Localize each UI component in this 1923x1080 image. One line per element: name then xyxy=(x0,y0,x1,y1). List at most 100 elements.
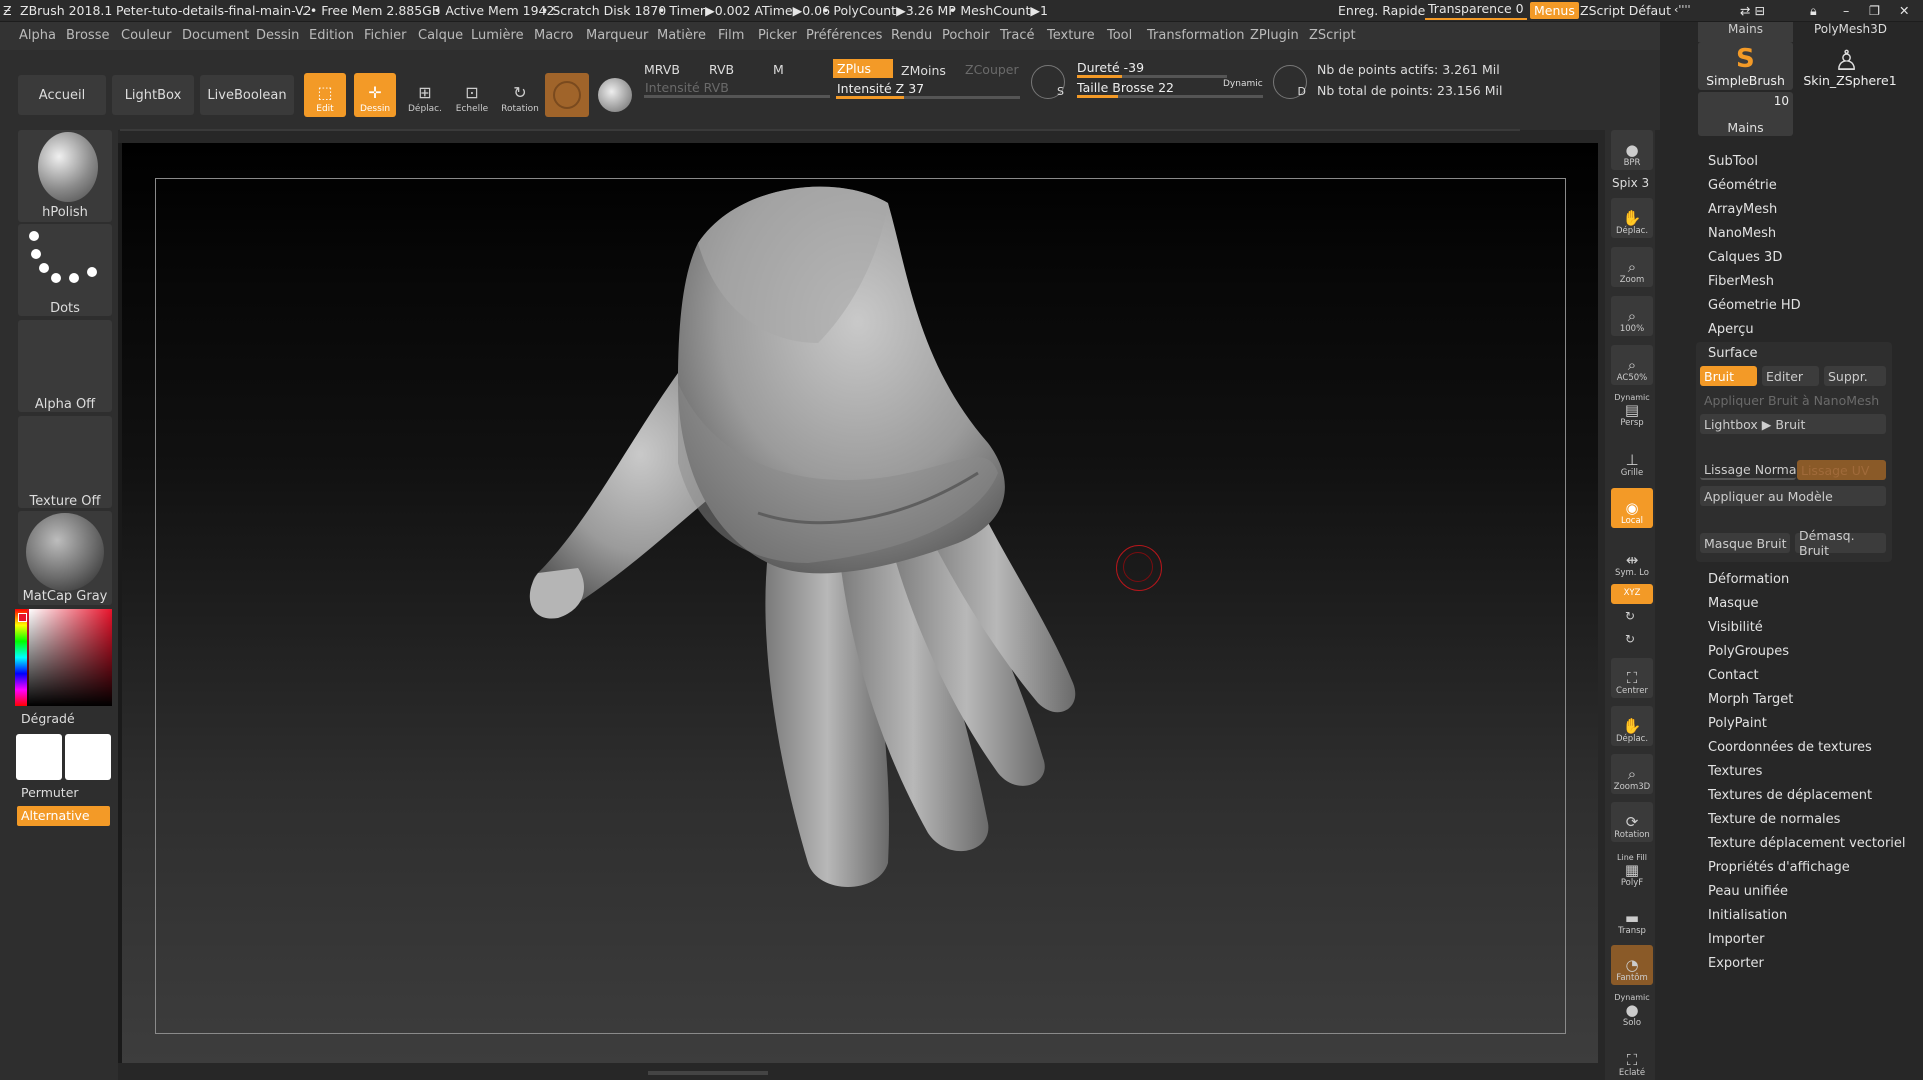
menu-render[interactable]: Rendu xyxy=(891,28,932,43)
menu-brush[interactable]: Brosse xyxy=(66,28,109,43)
panel-contact[interactable]: Contact xyxy=(1708,668,1759,683)
panel-geometry[interactable]: Géométrie xyxy=(1708,178,1777,193)
m-toggle[interactable]: M xyxy=(773,62,784,77)
menu-layer[interactable]: Calque xyxy=(418,28,463,43)
edit-mode-button[interactable]: ⬚ Edit xyxy=(304,73,346,117)
polyframe-button[interactable]: Line Fill ▦ PolyF xyxy=(1611,846,1653,890)
menu-material[interactable]: Matière xyxy=(657,28,706,43)
rotate-view-button[interactable]: ⟳ Rotation xyxy=(1611,802,1653,842)
panel-initialize[interactable]: Initialisation xyxy=(1708,908,1787,923)
menu-draw[interactable]: Dessin xyxy=(256,28,299,43)
panel-polypaint[interactable]: PolyPaint xyxy=(1708,716,1767,731)
menu-stroke[interactable]: Tracé xyxy=(1000,28,1035,43)
lock-icon[interactable]: 🔒︎ xyxy=(1810,3,1817,19)
menu-transform[interactable]: Transformation xyxy=(1147,28,1245,43)
tool-thumb-mains-top[interactable]: Mains xyxy=(1698,22,1793,42)
draw-size-slider[interactable] xyxy=(1077,95,1263,98)
panel-layers-3d[interactable]: Calques 3D xyxy=(1708,250,1782,265)
panel-uv-map[interactable]: Coordonnées de textures xyxy=(1708,740,1872,755)
menu-alpha[interactable]: Alpha xyxy=(19,28,56,43)
d-dynamic-button[interactable]: D xyxy=(1273,65,1307,99)
zoom3d-button[interactable]: ⌕ Zoom3D xyxy=(1611,754,1653,794)
delete-noise-button[interactable]: Suppr. xyxy=(1824,366,1886,386)
unmask-noise-button[interactable]: Démasq. Bruit xyxy=(1795,528,1886,558)
z-intensity-slider[interactable] xyxy=(836,96,1020,99)
tool-thumb-mains[interactable]: 10 Mains xyxy=(1698,92,1793,136)
menu-light[interactable]: Lumière xyxy=(471,28,524,43)
menu-edit[interactable]: Edition xyxy=(309,28,354,43)
panel-subtool[interactable]: SubTool xyxy=(1708,154,1758,169)
smooth-normals-slider[interactable]: Lissage Normale xyxy=(1700,460,1796,480)
z-rotation-icon[interactable]: ↻ xyxy=(1625,632,1635,646)
panel-display-properties[interactable]: Propriétés d'affichage xyxy=(1708,860,1850,875)
menu-macro[interactable]: Macro xyxy=(534,28,573,43)
secondary-color-swatch[interactable] xyxy=(65,734,111,780)
panel-morph-target[interactable]: Morph Target xyxy=(1708,692,1793,707)
menu-stencil[interactable]: Pochoir xyxy=(942,28,990,43)
rgb-intensity-slider[interactable] xyxy=(644,95,830,98)
ghost-button[interactable]: ◔ Fantôm xyxy=(1611,945,1653,985)
panel-visibility[interactable]: Visibilité xyxy=(1708,620,1763,635)
close-icon[interactable]: ✕ xyxy=(1899,3,1909,18)
material-swatch-button[interactable] xyxy=(545,73,589,117)
xpose-button[interactable]: ⛶ Eclaté xyxy=(1611,1040,1653,1080)
panel-deformation[interactable]: Déformation xyxy=(1708,572,1789,587)
move-mode-button[interactable]: ⊞ Déplac. xyxy=(404,73,446,117)
bpr-button[interactable]: ● BPR xyxy=(1611,130,1653,170)
zsub-toggle[interactable]: ZMoins xyxy=(901,63,946,78)
zscript-default-button[interactable]: ZScript Défaut xyxy=(1580,3,1671,18)
color-picker[interactable] xyxy=(15,609,112,706)
menu-picker[interactable]: Picker xyxy=(758,28,797,43)
draw-mode-button[interactable]: ✛ Dessin xyxy=(354,73,396,117)
alternate-button[interactable]: Alternative xyxy=(17,806,110,826)
panel-masking[interactable]: Masque xyxy=(1708,596,1758,611)
panel-arraymesh[interactable]: ArrayMesh xyxy=(1708,202,1777,217)
actual-size-button[interactable]: ⌕ 100% xyxy=(1611,296,1653,336)
frame-button[interactable]: ⛶ Centrer xyxy=(1611,658,1653,698)
canvas-viewport[interactable] xyxy=(118,143,1598,1075)
draw-size-dynamic-icon[interactable] xyxy=(598,78,632,112)
menu-color[interactable]: Couleur xyxy=(121,28,171,43)
persp-button[interactable]: Dynamic ▤ Persp xyxy=(1611,390,1653,430)
hue-strip[interactable] xyxy=(15,609,27,706)
zadd-toggle[interactable]: ZPlus xyxy=(833,59,893,78)
menu-marker[interactable]: Marqueur xyxy=(586,28,648,43)
menu-movie[interactable]: Film xyxy=(718,28,744,43)
apply-noise-nanomesh-button[interactable]: Appliquer Bruit à NanoMesh xyxy=(1700,390,1886,410)
panel-surface[interactable]: Surface xyxy=(1708,346,1758,361)
menu-tool[interactable]: Tool xyxy=(1107,28,1132,43)
panel-export[interactable]: Exporter xyxy=(1708,956,1764,971)
layout-icon[interactable]: ‹'''' xyxy=(1674,3,1691,16)
menu-zscript[interactable]: ZScript xyxy=(1309,28,1356,43)
panel-preview[interactable]: Aperçu xyxy=(1708,322,1754,337)
switch-color-button[interactable]: Permuter xyxy=(21,785,79,800)
panel-texture-map[interactable]: Textures xyxy=(1708,764,1762,779)
dynamic-toggle[interactable]: Dynamic xyxy=(1223,79,1263,89)
liveboolean-button[interactable]: LiveBoolean xyxy=(200,75,294,115)
edit-noise-button[interactable]: Editer xyxy=(1762,366,1819,386)
lightbox-button[interactable]: LightBox xyxy=(112,75,194,115)
panel-displacement-map[interactable]: Textures de déplacement xyxy=(1708,788,1872,803)
panel-fibermesh[interactable]: FiberMesh xyxy=(1708,274,1774,289)
restore-icon[interactable]: ❐ xyxy=(1869,3,1880,18)
tool-thumb-polymesh[interactable]: PolyMesh3D xyxy=(1803,22,1898,42)
menu-file[interactable]: Fichier xyxy=(364,28,407,43)
menu-zplugin[interactable]: ZPlugin xyxy=(1250,28,1299,43)
panel-unified-skin[interactable]: Peau unifiée xyxy=(1708,884,1788,899)
local-symmetry-button[interactable]: ⇹ Sym. Lo xyxy=(1611,540,1653,580)
y-rotation-icon[interactable]: ↻ xyxy=(1625,609,1635,623)
quicksave-button[interactable]: Enreg. Rapide xyxy=(1338,3,1425,18)
mrgb-toggle[interactable]: MRVB xyxy=(644,62,680,77)
solo-button[interactable]: Dynamic ● Solo xyxy=(1611,992,1653,1030)
s-dynamic-button[interactable]: S xyxy=(1031,65,1065,99)
panel-vector-displacement[interactable]: Texture déplacement vectoriel xyxy=(1708,836,1906,851)
rgb-toggle[interactable]: RVB xyxy=(709,62,734,77)
noise-button[interactable]: Bruit xyxy=(1700,366,1757,386)
panel-polygroups[interactable]: PolyGroupes xyxy=(1708,644,1789,659)
transparency-slider[interactable]: Transparence 0 xyxy=(1425,1,1527,20)
spix-slider[interactable]: Spix 3 xyxy=(1612,176,1649,190)
floor-button[interactable]: ⊥ Grille xyxy=(1611,440,1653,480)
transp-button[interactable]: ▬ Transp xyxy=(1611,898,1653,938)
panel-nanomesh[interactable]: NanoMesh xyxy=(1708,226,1776,241)
zoom-button[interactable]: ⌕ Zoom xyxy=(1611,247,1653,287)
